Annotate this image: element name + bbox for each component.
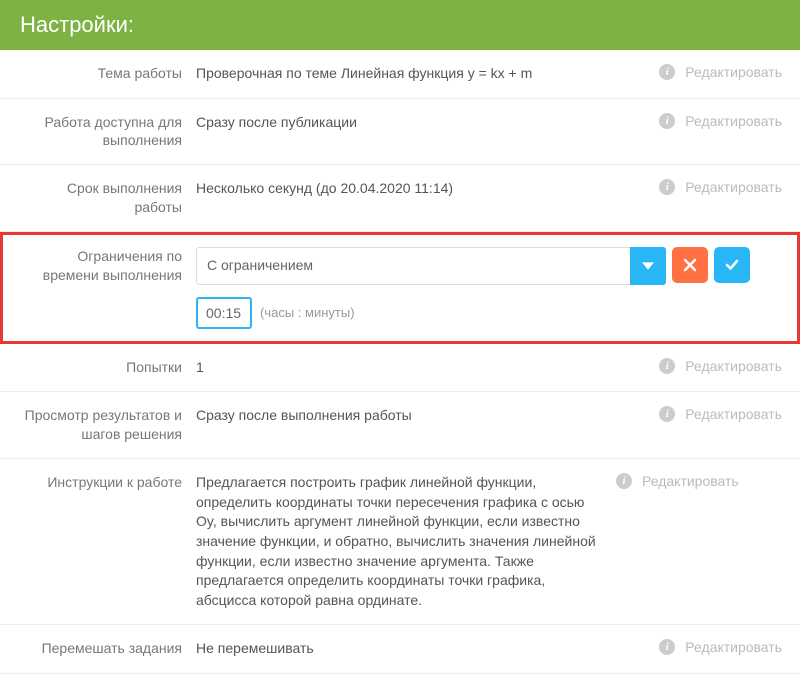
row-time-limit: Ограничения по времени выполнения С огра…	[0, 232, 800, 344]
edit-availability[interactable]: Редактировать	[685, 113, 782, 129]
time-limit-select[interactable]: С ограничением	[196, 247, 666, 285]
row-attempts: Попытки 1 i Редактировать	[0, 344, 800, 393]
label-results-view: Просмотр результатов и шагов решения	[18, 406, 196, 444]
time-input[interactable]	[196, 297, 252, 329]
value-results-view: Сразу после выполнения работы	[196, 406, 659, 426]
row-shuffle: Перемешать задания Не перемешивать i Ред…	[0, 625, 800, 674]
settings-panel: Тема работы Проверочная по теме Линейная…	[0, 50, 800, 674]
chevron-down-icon	[642, 260, 654, 272]
label-instructions: Инструкции к работе	[18, 473, 196, 492]
value-shuffle: Не перемешивать	[196, 639, 659, 659]
label-attempts: Попытки	[18, 358, 196, 377]
edit-results-view[interactable]: Редактировать	[685, 406, 782, 422]
value-availability: Сразу после публикации	[196, 113, 659, 133]
label-topic: Тема работы	[18, 64, 196, 83]
label-deadline: Срок выполнения работы	[18, 179, 196, 217]
info-icon[interactable]: i	[659, 64, 675, 80]
info-icon[interactable]: i	[659, 113, 675, 129]
label-availability: Работа доступна для выполнения	[18, 113, 196, 151]
info-icon[interactable]: i	[659, 179, 675, 195]
info-icon[interactable]: i	[659, 406, 675, 422]
edit-attempts[interactable]: Редактировать	[685, 358, 782, 374]
info-icon[interactable]: i	[659, 639, 675, 655]
value-topic: Проверочная по теме Линейная функция y =…	[196, 64, 659, 84]
row-topic: Тема работы Проверочная по теме Линейная…	[0, 50, 800, 99]
row-results-view: Просмотр результатов и шагов решения Сра…	[0, 392, 800, 459]
info-icon[interactable]: i	[659, 358, 675, 374]
dropdown-toggle[interactable]	[630, 247, 666, 285]
edit-shuffle[interactable]: Редактировать	[685, 639, 782, 655]
value-instructions: Предлагается построить график линейной ф…	[196, 473, 616, 610]
edit-deadline[interactable]: Редактировать	[685, 179, 782, 195]
confirm-button[interactable]	[714, 247, 750, 283]
value-deadline: Несколько секунд (до 20.04.2020 11:14)	[196, 179, 659, 199]
row-availability: Работа доступна для выполнения Сразу пос…	[0, 99, 800, 166]
close-icon	[683, 258, 697, 272]
row-deadline: Срок выполнения работы Несколько секунд …	[0, 165, 800, 232]
label-shuffle: Перемешать задания	[18, 639, 196, 658]
cancel-button[interactable]	[672, 247, 708, 283]
label-time-limit: Ограничения по времени выполнения	[18, 247, 196, 285]
info-icon[interactable]: i	[616, 473, 632, 489]
time-hint: (часы : минуты)	[260, 304, 355, 322]
time-limit-select-value: С ограничением	[207, 257, 313, 273]
edit-instructions[interactable]: Редактировать	[642, 473, 739, 489]
page-title: Настройки:	[0, 0, 800, 50]
row-instructions: Инструкции к работе Предлагается построи…	[0, 459, 800, 625]
check-icon	[724, 257, 740, 273]
edit-topic[interactable]: Редактировать	[685, 64, 782, 80]
value-attempts: 1	[196, 358, 659, 378]
